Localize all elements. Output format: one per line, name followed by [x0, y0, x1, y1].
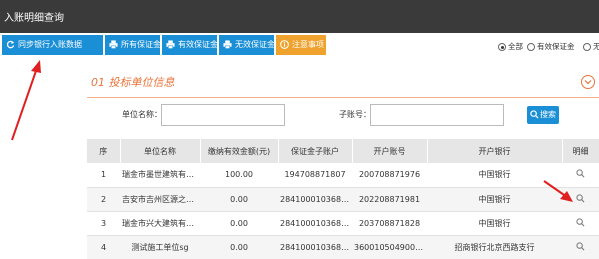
- search-button-label: 搜索: [540, 110, 556, 119]
- table-header-row: 序 单位名称 缴纳有效金额(元) 保证金子账户 开户账号 开户银行 明细: [87, 139, 599, 163]
- cell-sub-account: 194708871807: [278, 163, 352, 188]
- cell-amount: 100.00: [200, 163, 278, 188]
- all-deposits-button[interactable]: 所有保证金: [105, 35, 161, 55]
- cell-account: 203708871828: [352, 211, 427, 236]
- chevron-down-icon: [584, 80, 592, 85]
- cell-detail: [562, 163, 599, 188]
- col-header-account: 开户账号: [352, 139, 428, 163]
- cell-unit: 瑞金市墨世建筑有限...: [120, 163, 200, 188]
- search-button[interactable]: 搜索: [527, 106, 559, 124]
- magnifier-icon[interactable]: [576, 193, 585, 203]
- print-icon: [166, 40, 175, 49]
- radio-dot: [583, 43, 591, 51]
- table-row: 1 瑞金市墨世建筑有限... 100.00 194708871807 20070…: [87, 163, 599, 188]
- cell-bank: 中国银行: [427, 211, 562, 236]
- cell-unit: 吉安市吉州区源之贸...: [120, 187, 200, 212]
- cell-no: 2: [87, 187, 120, 212]
- sub-account-label: 子账号：: [339, 110, 371, 119]
- filter-radio-invalid-label: 无效: [593, 42, 599, 51]
- table-row: 2 吉安市吉州区源之贸... 0.00 2841000103680146... …: [87, 187, 599, 212]
- cell-sub-account: 2841000103680146...: [278, 187, 352, 212]
- col-header-amount: 缴纳有效金额(元): [200, 139, 279, 163]
- cell-no: 4: [87, 235, 120, 259]
- notes-button[interactable]: 注意事项: [276, 35, 326, 55]
- cell-detail: [562, 211, 599, 236]
- title-bar: 入账明细查询: [0, 0, 599, 33]
- invalid-deposits-label: 无效保证金: [235, 40, 275, 49]
- filter-radio-valid[interactable]: 有效保证金: [527, 40, 575, 54]
- section-title: 01 投标单位信息: [91, 76, 175, 89]
- invalid-deposits-button[interactable]: 无效保证金: [219, 35, 275, 55]
- valid-deposits-button[interactable]: 有效保证金: [162, 35, 218, 55]
- cell-detail: [562, 187, 599, 212]
- window-title: 入账明细查询: [4, 13, 64, 24]
- sub-account-input[interactable]: [370, 104, 504, 126]
- magnifier-icon[interactable]: [576, 169, 585, 178]
- filter-radio-invalid[interactable]: 无效: [583, 40, 599, 54]
- filter-radio-all[interactable]: 全部: [498, 40, 523, 54]
- filter-radio-all-label: 全部: [508, 42, 523, 51]
- col-header-sub-account: 保证金子账户: [278, 139, 353, 163]
- cell-no: 3: [87, 211, 120, 236]
- cell-unit: 瑞金市兴大建筑有限...: [120, 211, 200, 236]
- all-deposits-label: 所有保证金: [121, 40, 161, 49]
- col-header-bank: 开户银行: [427, 139, 563, 163]
- radio-dot: [498, 43, 506, 51]
- cell-bank: 招商银行北京西路支行: [427, 235, 562, 259]
- info-icon: [280, 40, 289, 49]
- bidder-info-section-header: 01 投标单位信息: [87, 70, 599, 98]
- print-icon: [109, 40, 118, 49]
- unit-name-label: 单位名称：: [122, 110, 162, 119]
- cell-amount: 0.00: [200, 235, 278, 259]
- cell-amount: 0.00: [200, 187, 278, 212]
- magnifier-icon[interactable]: [576, 241, 585, 251]
- col-header-unit: 单位名称: [120, 139, 201, 163]
- cell-account: 360010504900525...: [352, 235, 427, 259]
- cell-detail: [562, 235, 599, 259]
- sync-bank-data-label: 同步银行入账数据: [18, 40, 82, 49]
- refresh-icon: [6, 40, 15, 49]
- filter-radio-valid-label: 有效保证金: [537, 42, 575, 51]
- table-row: 3 瑞金市兴大建筑有限... 0.00 2841000103680146... …: [87, 211, 599, 236]
- col-header-detail: 明细: [562, 139, 599, 163]
- cell-bank: 中国银行: [427, 187, 562, 212]
- cell-bank: 中国银行: [427, 163, 562, 188]
- radio-dot: [527, 43, 535, 51]
- search-icon: [530, 110, 539, 119]
- notes-label: 注意事项: [292, 40, 324, 49]
- cell-unit: 测试施工单位sg: [120, 235, 200, 259]
- magnifier-icon[interactable]: [576, 217, 585, 227]
- sync-bank-data-button[interactable]: 同步银行入账数据: [2, 35, 103, 55]
- cell-account: 202208871981: [352, 187, 427, 212]
- deposit-table: 序 单位名称 缴纳有效金额(元) 保证金子账户 开户账号 开户银行 明细 1 瑞…: [87, 139, 599, 259]
- cell-account: 200708871976: [352, 163, 427, 188]
- cell-sub-account: 2841000103680146...: [278, 211, 352, 236]
- collapse-toggle[interactable]: [581, 75, 595, 89]
- cell-no: 1: [87, 163, 120, 188]
- cell-sub-account: 2841000103680146...: [278, 235, 352, 259]
- red-arrow-toolbar: [11, 60, 41, 141]
- cell-amount: 0.00: [200, 211, 278, 236]
- print-icon: [223, 40, 232, 49]
- table-row: 4 测试施工单位sg 0.00 2841000103680146... 3600…: [87, 235, 599, 259]
- valid-deposits-label: 有效保证金: [178, 40, 218, 49]
- unit-name-input[interactable]: [161, 104, 285, 126]
- col-header-no: 序: [87, 139, 121, 163]
